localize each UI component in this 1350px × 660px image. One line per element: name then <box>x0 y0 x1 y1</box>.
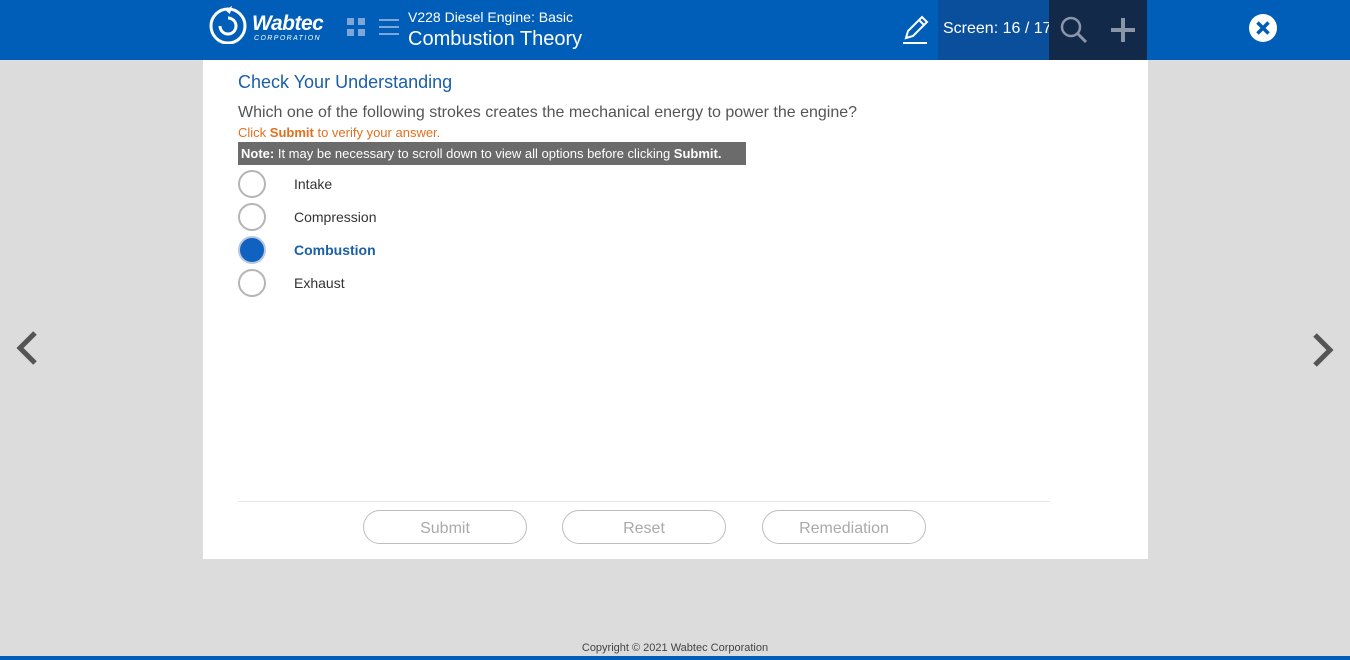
submit-button[interactable]: Submit <box>363 510 527 544</box>
option-combustion[interactable]: Combustion <box>238 235 638 267</box>
wabtec-logo-icon <box>209 6 247 44</box>
module-title: Combustion Theory <box>408 28 583 50</box>
option-label: Compression <box>294 209 377 225</box>
header-bar: Wabtec CORPORATION V228 Diesel Engine: B… <box>0 0 1350 60</box>
logo-text: Wabtec <box>252 12 324 35</box>
radio-button[interactable] <box>238 170 266 198</box>
instruction-bold: Submit <box>269 125 314 140</box>
grid-icon[interactable] <box>347 18 365 36</box>
screen-counter: Screen: 16 / 17 <box>938 0 1052 60</box>
option-label: Intake <box>294 176 333 192</box>
chevron-right-icon[interactable] <box>1308 332 1336 370</box>
divider <box>238 501 1050 502</box>
remediation-button[interactable]: Remediation <box>762 510 926 544</box>
logo-subtext: CORPORATION <box>254 35 321 42</box>
note-label: Note: <box>241 146 275 161</box>
radio-button[interactable] <box>238 269 266 297</box>
option-compression[interactable]: Compression <box>238 202 638 234</box>
copyright-footer: Copyright © 2021 Wabtec Corporation <box>581 642 769 654</box>
close-icon[interactable] <box>1248 13 1278 43</box>
wabtec-logo: Wabtec CORPORATION <box>208 4 333 48</box>
instruction-pre: Click <box>238 125 270 140</box>
section-title: Check Your Understanding <box>238 72 453 92</box>
note-banner: Note: It may be necessary to scroll down… <box>238 142 746 165</box>
question-text: Which one of the following strokes creat… <box>238 104 858 121</box>
menu-icon[interactable] <box>379 18 399 36</box>
instruction-text: Click Submit to verify your answer. <box>238 125 440 140</box>
radio-button[interactable] <box>238 203 266 231</box>
option-exhaust[interactable]: Exhaust <box>238 268 638 300</box>
bottom-accent-line <box>0 656 1350 660</box>
radio-button-selected[interactable] <box>238 236 266 264</box>
chevron-left-icon[interactable] <box>14 330 42 368</box>
course-title: V228 Diesel Engine: Basic <box>408 9 573 25</box>
search-icon[interactable] <box>1059 15 1089 45</box>
instruction-post: to verify your answer. <box>313 125 441 140</box>
content-panel: Check Your Understanding Which one of th… <box>203 60 1148 559</box>
reset-button[interactable]: Reset <box>562 510 726 544</box>
plus-icon[interactable] <box>1108 15 1138 45</box>
pencil-icon[interactable] <box>900 12 930 46</box>
option-intake[interactable]: Intake <box>238 169 638 201</box>
screen-label: Screen: 16 / 17 <box>943 20 1052 37</box>
note-bold: Submit. <box>673 146 722 161</box>
note-text: It may be necessary to scroll down to vi… <box>274 146 674 161</box>
option-label: Exhaust <box>294 275 345 291</box>
option-label: Combustion <box>294 242 376 258</box>
